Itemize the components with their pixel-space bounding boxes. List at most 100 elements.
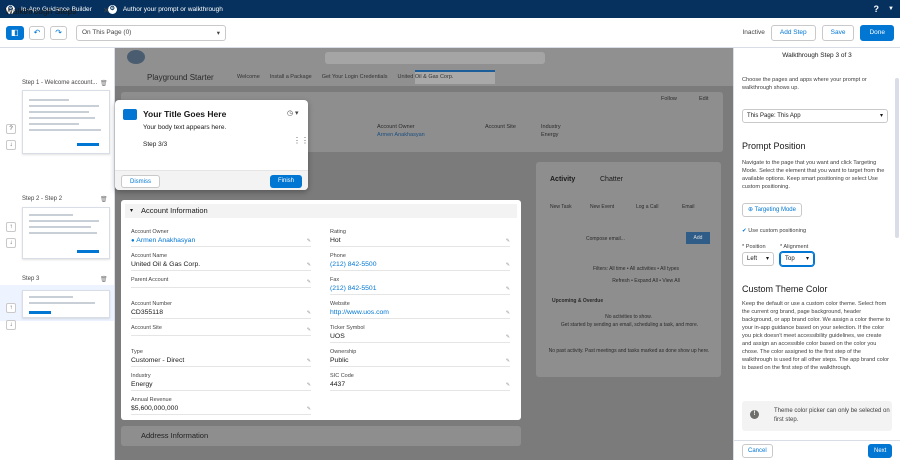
position-select[interactable]: Left ▾ bbox=[742, 252, 774, 266]
edit-pencil-icon[interactable]: ✎ bbox=[506, 310, 510, 316]
scrollbar[interactable] bbox=[895, 78, 899, 238]
custom-positioning-checkbox[interactable]: ✔ Use custom positioning bbox=[742, 227, 892, 235]
field-label: Account Site bbox=[131, 325, 162, 331]
info-icon: ! bbox=[750, 410, 759, 419]
upcoming-title[interactable]: Upcoming & Overdue bbox=[552, 298, 603, 304]
field-left-1: Account Name United Oil & Gas Corp. ✎ bbox=[131, 253, 311, 271]
field-label: Type bbox=[131, 349, 143, 355]
move-up-button[interactable]: ? bbox=[6, 124, 16, 134]
tab-chatter[interactable]: Chatter bbox=[600, 176, 623, 183]
dismiss-button[interactable]: Dismiss bbox=[121, 175, 160, 188]
edit-pencil-icon[interactable]: ✎ bbox=[307, 406, 311, 412]
step-settings-panel: Walkthrough Step 3 of 3 Choose the pages… bbox=[733, 48, 900, 460]
field-label: Annual Revenue bbox=[131, 397, 172, 403]
custom-theme-title: Custom Theme Color bbox=[742, 284, 828, 294]
new-event-button[interactable]: New Event bbox=[590, 204, 614, 210]
save-button[interactable]: Save bbox=[821, 24, 855, 41]
nav-tabs: Welcome Install a Package Get Your Login… bbox=[237, 74, 453, 80]
page-select[interactable]: On This Page (0) ▾ bbox=[75, 24, 226, 41]
edit-button[interactable]: Edit bbox=[699, 96, 708, 102]
page-app-select[interactable]: This Page: This App ▾ bbox=[742, 109, 888, 123]
trash-icon[interactable]: 🗑 bbox=[100, 80, 108, 87]
nav-tab[interactable]: United Oil & Gas Corp. bbox=[397, 74, 453, 80]
edit-pencil-icon[interactable]: ✎ bbox=[307, 382, 311, 388]
global-search-input[interactable] bbox=[325, 52, 545, 64]
trash-icon[interactable]: 🗑 bbox=[100, 276, 108, 283]
step-2-thumbnail[interactable] bbox=[22, 207, 110, 259]
email-button[interactable]: Email bbox=[682, 204, 695, 210]
move-up-button[interactable]: ↑ bbox=[6, 222, 16, 232]
header-field-label: Account Owner bbox=[377, 124, 415, 130]
cancel-button[interactable]: Cancel bbox=[742, 444, 773, 458]
field-value: United Oil & Gas Corp. bbox=[131, 261, 201, 268]
compose-email-input[interactable]: Compose email... bbox=[586, 236, 625, 242]
field-label: SIC Code bbox=[330, 373, 354, 379]
step-1-thumbnail[interactable] bbox=[22, 90, 110, 154]
tab-activity[interactable]: Activity bbox=[550, 176, 575, 183]
edit-pencil-icon[interactable]: ✎ bbox=[307, 310, 311, 316]
nav-tab[interactable]: Install a Package bbox=[270, 74, 312, 80]
past-activity-text: No past activity. Past meetings and task… bbox=[548, 348, 710, 354]
edit-pencil-icon[interactable]: ✎ bbox=[506, 334, 510, 340]
edit-pencil-icon[interactable]: ✎ bbox=[506, 286, 510, 292]
add-button[interactable]: Add bbox=[686, 232, 710, 244]
close-icon[interactable]: ✕ bbox=[103, 6, 110, 15]
edit-pencil-icon[interactable]: ✎ bbox=[307, 358, 311, 364]
edit-pencil-icon[interactable]: ✎ bbox=[307, 262, 311, 268]
nav-tab[interactable]: Get Your Login Credentials bbox=[322, 74, 388, 80]
activity-links[interactable]: Refresh • Expand All • View All bbox=[576, 278, 716, 284]
undo-button[interactable]: ↶ bbox=[28, 25, 46, 40]
move-down-button[interactable]: ↓ bbox=[6, 140, 16, 150]
field-value[interactable]: (212) 842-5501 bbox=[330, 285, 376, 292]
prompt-step: Step 3/3 bbox=[143, 141, 168, 148]
clock-icon[interactable]: ◷ ▾ bbox=[287, 109, 299, 117]
log-call-button[interactable]: Log a Call bbox=[636, 204, 659, 210]
targeting-mode-button[interactable]: ⊕ Targeting Mode bbox=[742, 203, 802, 217]
edit-pencil-icon[interactable]: ✎ bbox=[506, 262, 510, 268]
panel-toggle-button[interactable]: ◧ bbox=[6, 25, 24, 40]
next-button[interactable]: Next bbox=[868, 444, 893, 458]
help-icon[interactable]: ? bbox=[874, 4, 880, 14]
alignment-select[interactable]: Top ▾ bbox=[780, 252, 814, 266]
top-bar: ⚙ In-App Guidance Builder ⚙ Author your … bbox=[0, 0, 900, 18]
chevron-down-icon: ▾ bbox=[879, 113, 883, 119]
edit-pencil-icon[interactable]: ✎ bbox=[506, 382, 510, 388]
chevron-down-icon: ▾ bbox=[130, 208, 134, 214]
panel-header: Walkthrough Step 3 of 3 bbox=[782, 52, 852, 59]
finish-button[interactable]: Finish bbox=[270, 175, 303, 188]
step-3-thumbnail[interactable] bbox=[22, 290, 110, 318]
section-title: Account Information bbox=[141, 206, 208, 215]
redo-button[interactable]: ↷ bbox=[50, 25, 67, 40]
follow-button[interactable]: Follow bbox=[661, 96, 677, 102]
header-field-value[interactable]: Armen Anakhasyan bbox=[377, 132, 425, 138]
field-right-6: SIC Code 4437 ✎ bbox=[330, 373, 510, 391]
address-information-section[interactable]: Address Information bbox=[121, 426, 521, 446]
edit-pencil-icon[interactable]: ✎ bbox=[506, 358, 510, 364]
move-down-button[interactable]: ↓ bbox=[6, 320, 16, 330]
field-value[interactable]: http://www.uos.com bbox=[330, 309, 389, 316]
section-header[interactable]: ▾ Account Information bbox=[125, 204, 517, 218]
field-right-3: Website http://www.uos.com ✎ bbox=[330, 301, 510, 319]
drag-handle-icon[interactable]: ⋮⋮ bbox=[293, 136, 309, 145]
chevron-down-icon[interactable]: ▼ bbox=[888, 6, 894, 12]
add-step-button[interactable]: Add Step bbox=[770, 24, 816, 41]
edit-pencil-icon[interactable]: ✎ bbox=[307, 238, 311, 244]
edit-pencil-icon[interactable]: ✎ bbox=[307, 327, 311, 333]
field-label: Phone bbox=[330, 253, 346, 259]
field-right-0: Rating Hot ✎ bbox=[330, 229, 510, 247]
field-right-5: Ownership Public ✎ bbox=[330, 349, 510, 367]
move-up-button[interactable]: ↑ bbox=[6, 303, 16, 313]
prompt-body: Your body text appears here. bbox=[143, 124, 227, 131]
field-value[interactable]: Armen Anakhasyan bbox=[136, 237, 195, 244]
field-value[interactable]: (212) 842-5500 bbox=[330, 261, 376, 268]
header-field-label: Account Site bbox=[485, 124, 516, 130]
position-description: Navigate to the page that you want and c… bbox=[742, 160, 885, 190]
trash-icon[interactable]: 🗑 bbox=[100, 196, 108, 203]
done-button[interactable]: Done bbox=[860, 24, 894, 41]
edit-pencil-icon[interactable]: ✎ bbox=[307, 279, 311, 285]
move-down-button[interactable]: ↓ bbox=[6, 238, 16, 248]
nav-tab[interactable]: Welcome bbox=[237, 74, 260, 80]
edit-pencil-icon[interactable]: ✎ bbox=[506, 238, 510, 244]
new-task-button[interactable]: New Task bbox=[550, 204, 572, 210]
field-label: Account Owner bbox=[131, 229, 169, 235]
